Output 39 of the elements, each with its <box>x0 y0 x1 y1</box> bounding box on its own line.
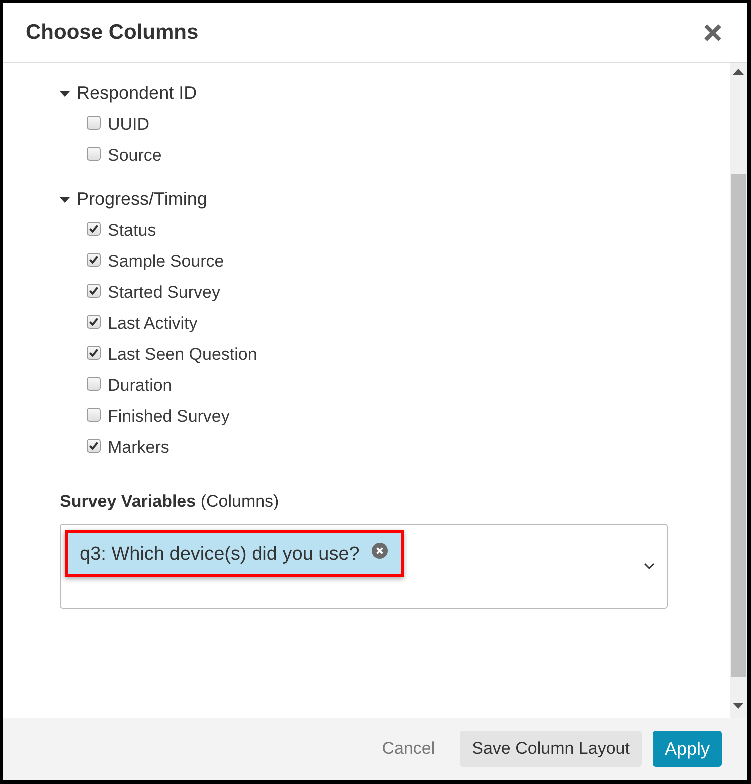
section-title[interactable]: Progress/Timing <box>77 189 208 210</box>
checkbox-label[interactable]: Duration <box>108 376 172 396</box>
close-button[interactable] <box>703 22 723 42</box>
checkbox[interactable] <box>87 346 101 360</box>
chevron-down-icon[interactable] <box>644 563 655 570</box>
scrollbar[interactable] <box>730 63 747 718</box>
field-label: Survey Variables (Columns) <box>60 491 280 513</box>
checkbox[interactable] <box>87 116 101 130</box>
apply-button[interactable]: Apply <box>652 731 722 767</box>
checkbox-label[interactable]: Sample Source <box>108 252 224 272</box>
checkbox-label[interactable]: Finished Survey <box>108 406 230 426</box>
checkbox-label[interactable]: UUID <box>108 114 150 134</box>
section-title[interactable]: Respondent ID <box>77 83 198 104</box>
close-icon <box>703 22 723 42</box>
checkbox-label[interactable]: Markers <box>108 438 170 458</box>
checkbox[interactable] <box>87 408 101 422</box>
checkbox-label[interactable]: Started Survey <box>108 282 220 302</box>
multiselect-field[interactable]: q3: Which device(s) did you use? <box>60 524 668 609</box>
checkbox-label[interactable]: Status <box>108 220 156 240</box>
checkbox[interactable] <box>87 284 101 298</box>
caret-down-icon[interactable] <box>60 194 70 204</box>
checkbox-label[interactable]: Last Seen Question <box>108 344 258 364</box>
scroll-up-icon[interactable] <box>733 69 744 75</box>
checkbox[interactable] <box>87 438 101 452</box>
cancel-link[interactable]: Cancel <box>370 731 448 767</box>
caret-down-icon[interactable] <box>60 88 70 98</box>
checkbox[interactable] <box>87 146 101 160</box>
checkbox-label[interactable]: Source <box>108 146 162 166</box>
checkbox[interactable] <box>87 222 101 236</box>
checkbox[interactable] <box>87 314 101 328</box>
scroll-down-icon[interactable] <box>733 703 744 709</box>
tag-text: q3: Which device(s) did you use? <box>80 544 360 566</box>
checkbox[interactable] <box>87 252 101 266</box>
scrollbar-thumb[interactable] <box>731 174 746 677</box>
remove-icon[interactable] <box>372 542 388 558</box>
checkbox-label[interactable]: Last Activity <box>108 314 198 334</box>
checkbox[interactable] <box>87 376 101 390</box>
dialog-title: Choose Columns <box>26 20 199 44</box>
save-layout-button[interactable]: Save Column Layout <box>460 731 642 767</box>
